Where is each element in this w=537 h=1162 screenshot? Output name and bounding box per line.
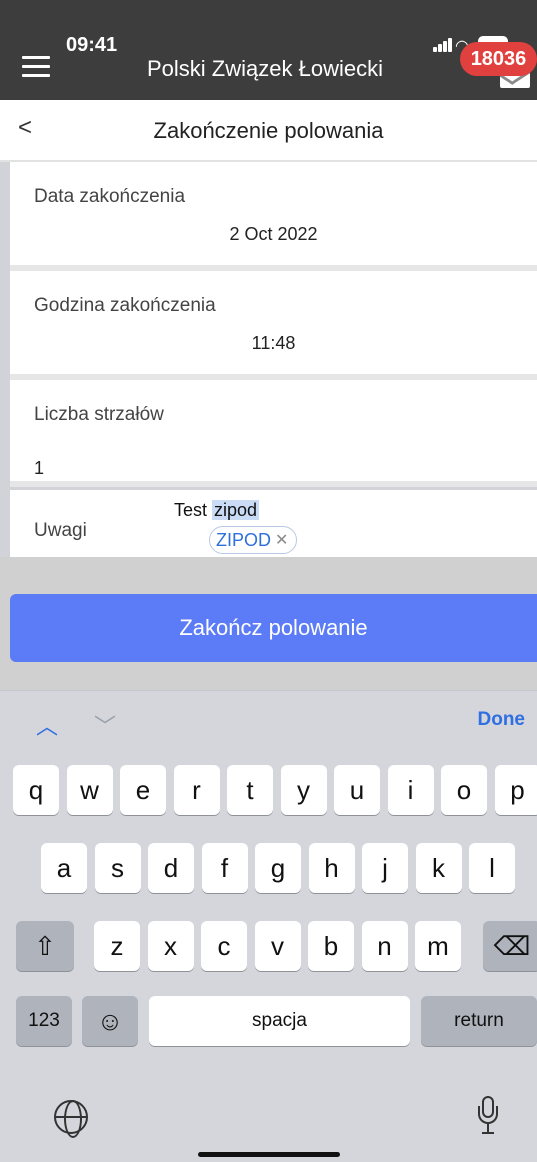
- key-g[interactable]: g: [255, 843, 301, 893]
- key-u[interactable]: u: [334, 765, 380, 815]
- notes-input[interactable]: Test zipod: [174, 500, 260, 521]
- key-s[interactable]: s: [94, 843, 141, 893]
- keyboard-toolbar: ︿ ﹀ Done: [0, 690, 537, 754]
- key-n[interactable]: n: [361, 921, 408, 971]
- autocorrect-suggestion[interactable]: ZIPOD ✕: [209, 526, 298, 554]
- key-a[interactable]: a: [41, 843, 87, 893]
- key-w[interactable]: w: [66, 765, 113, 815]
- notification-badge: 18036: [460, 42, 537, 76]
- key-b[interactable]: b: [308, 921, 354, 971]
- end-date-field[interactable]: Data zakończenia 2 Oct 2022: [10, 162, 537, 271]
- key-x[interactable]: x: [147, 921, 194, 971]
- key-v[interactable]: v: [254, 921, 301, 971]
- page-title: Zakończenie polowania: [153, 118, 384, 143]
- shots-value[interactable]: 1: [34, 458, 44, 479]
- key-m[interactable]: m: [415, 921, 461, 971]
- shift-icon[interactable]: ⇧: [16, 921, 74, 971]
- chevron-down-icon[interactable]: ﹀: [94, 709, 116, 741]
- shots-label: Liczba strzałów: [34, 404, 164, 425]
- status-time: 09:41: [66, 34, 118, 56]
- key-d[interactable]: d: [148, 843, 194, 893]
- key-r[interactable]: r: [173, 765, 220, 815]
- end-hunt-button[interactable]: Zakończ polowanie: [10, 594, 537, 662]
- key-z[interactable]: z: [94, 921, 140, 971]
- home-indicator: [198, 1152, 340, 1157]
- autocorrect-text: ZIPOD: [216, 529, 272, 550]
- key-y[interactable]: y: [280, 765, 327, 815]
- notes-field[interactable]: Uwagi Test zipod ZIPOD ✕: [10, 490, 537, 557]
- space-key[interactable]: spacja: [149, 996, 410, 1046]
- microphone-icon[interactable]: [478, 1096, 498, 1136]
- app-top-bar: 09:41 ◠ Polski Związek Łowiecki 18036: [0, 0, 537, 100]
- numbers-key[interactable]: 123: [16, 996, 72, 1046]
- emoji-icon[interactable]: ☺: [82, 996, 138, 1046]
- key-h[interactable]: h: [308, 843, 355, 893]
- key-t[interactable]: t: [227, 765, 273, 815]
- close-icon[interactable]: ✕: [275, 530, 288, 550]
- globe-icon[interactable]: [54, 1100, 88, 1138]
- signal-icon: [433, 38, 453, 52]
- key-o[interactable]: o: [441, 765, 487, 815]
- key-l[interactable]: l: [469, 843, 515, 893]
- chevron-up-icon[interactable]: ︿: [36, 709, 58, 741]
- hunt-end-form: Data zakończenia 2 Oct 2022 Godzina zako…: [10, 162, 537, 487]
- notes-selected-word: zipod: [212, 500, 260, 520]
- key-c[interactable]: c: [201, 921, 247, 971]
- key-k[interactable]: k: [415, 843, 462, 893]
- end-date-label: Data zakończenia: [34, 186, 186, 207]
- page-header: < Zakończenie polowania: [0, 100, 537, 162]
- notes-text-prefix: Test: [174, 500, 208, 520]
- end-time-field[interactable]: Godzina zakończenia 11:48: [10, 271, 537, 380]
- on-screen-keyboard: ⇧ ⌫ 123 ☺ spacja return qwertyuiop asdfgh…: [0, 754, 537, 1162]
- notes-label: Uwagi: [34, 520, 87, 541]
- end-time-label: Godzina zakończenia: [34, 295, 216, 316]
- key-j[interactable]: j: [362, 843, 408, 893]
- key-p[interactable]: p: [494, 765, 537, 815]
- menu-icon[interactable]: [22, 56, 50, 78]
- key-e[interactable]: e: [120, 765, 166, 815]
- app-title: Polski Związek Łowiecki: [147, 56, 383, 81]
- end-date-value[interactable]: 2 Oct 2022: [10, 224, 537, 245]
- key-f[interactable]: f: [201, 843, 248, 893]
- backspace-icon[interactable]: ⌫: [483, 921, 537, 971]
- shots-field[interactable]: Liczba strzałów 1: [10, 380, 537, 487]
- key-i[interactable]: i: [387, 765, 434, 815]
- key-q[interactable]: q: [13, 765, 59, 815]
- return-key[interactable]: return: [421, 996, 537, 1046]
- done-button[interactable]: Done: [478, 709, 526, 731]
- end-time-value[interactable]: 11:48: [10, 333, 537, 354]
